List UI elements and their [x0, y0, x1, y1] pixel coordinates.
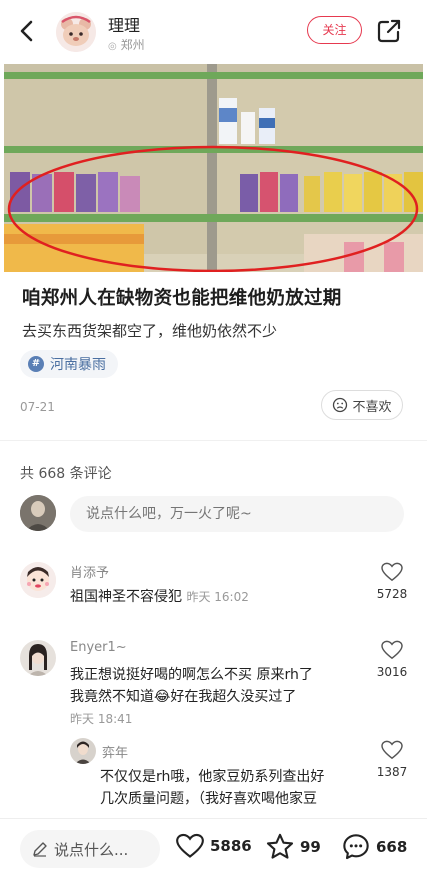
commenter-name[interactable]: 肖添予	[70, 562, 109, 581]
author-avatar[interactable]	[56, 12, 96, 52]
reply-avatar[interactable]	[70, 738, 96, 764]
reply-text: 几次质量问题，（我好喜欢喝他家豆	[100, 791, 317, 807]
comment-text: 我竟然不知道😂好在我超久没买过了	[70, 689, 297, 705]
heart-icon	[381, 562, 403, 582]
hashtag-icon: #	[28, 356, 44, 372]
comment-like-button[interactable]: 5728	[372, 562, 412, 601]
star-icon	[266, 833, 294, 859]
pencil-icon	[33, 842, 47, 857]
comment-input[interactable]	[70, 496, 404, 532]
post-title: 咱郑州人在缺物资也能把维他奶放过期	[22, 288, 342, 309]
commenter-avatar[interactable]	[20, 640, 56, 676]
topic-tag[interactable]: # 河南暴雨	[20, 350, 118, 378]
heart-icon	[176, 833, 204, 858]
heart-icon	[381, 640, 403, 660]
like-count: 1387	[376, 765, 408, 779]
top-bar: 理理 ◎ 郑州 关注	[0, 0, 427, 64]
commenter-name[interactable]: Enyer1~	[70, 640, 127, 655]
like-count: 3016	[376, 665, 408, 679]
dislike-button[interactable]: 不喜欢	[321, 390, 403, 420]
reply-name[interactable]: 弈年	[102, 742, 128, 761]
my-avatar	[20, 495, 56, 531]
comment-count: 共 668 条评论	[20, 466, 112, 482]
bottom-comment-input[interactable]: 说点什么...	[20, 830, 160, 868]
comment-time: 昨天 16:02	[186, 590, 249, 604]
post-image[interactable]	[4, 64, 423, 272]
divider	[0, 440, 427, 441]
comment-bubble-icon	[343, 834, 369, 860]
heart-icon	[381, 740, 403, 760]
topic-label: 河南暴雨	[50, 357, 106, 373]
comments-button[interactable]: 668	[342, 833, 407, 861]
location-label: ◎ 郑州	[108, 38, 145, 52]
favorite-button[interactable]: 99	[266, 833, 321, 860]
share-icon[interactable]	[376, 18, 402, 44]
dislike-label: 不喜欢	[352, 399, 392, 415]
like-button[interactable]: 5886	[176, 833, 252, 859]
frown-icon	[333, 397, 348, 413]
reply-like-button[interactable]: 1387	[372, 740, 412, 779]
post-date: 07-21	[20, 400, 55, 414]
like-count: 5728	[376, 587, 408, 601]
follow-button[interactable]: 关注	[307, 16, 362, 44]
commenter-avatar[interactable]	[20, 562, 56, 598]
bottom-bar: 说点什么... 5886 99 668	[0, 818, 427, 880]
location-pin-icon: ◎	[108, 41, 117, 52]
bottom-input-label: 说点什么...	[54, 840, 129, 859]
comments-total: 668	[376, 838, 408, 856]
back-arrow-icon[interactable]	[14, 17, 40, 45]
comment-like-button[interactable]: 3016	[372, 640, 412, 679]
post-body: 去买东西货架都空了，维他奶依然不少	[22, 322, 278, 340]
like-total: 5886	[210, 837, 252, 855]
favorite-total: 99	[300, 837, 321, 856]
comment-text: 祖国神圣不容侵犯 昨天 16:02	[70, 589, 249, 605]
comment-text: 我正想说挺好喝的啊怎么不买 原来rh了	[70, 667, 313, 683]
comment-time: 昨天 18:41	[70, 712, 133, 726]
author-name[interactable]: 理理	[108, 12, 140, 36]
reply-text: 不仅仅是rh哦，他家豆奶系列查出好	[100, 769, 325, 785]
